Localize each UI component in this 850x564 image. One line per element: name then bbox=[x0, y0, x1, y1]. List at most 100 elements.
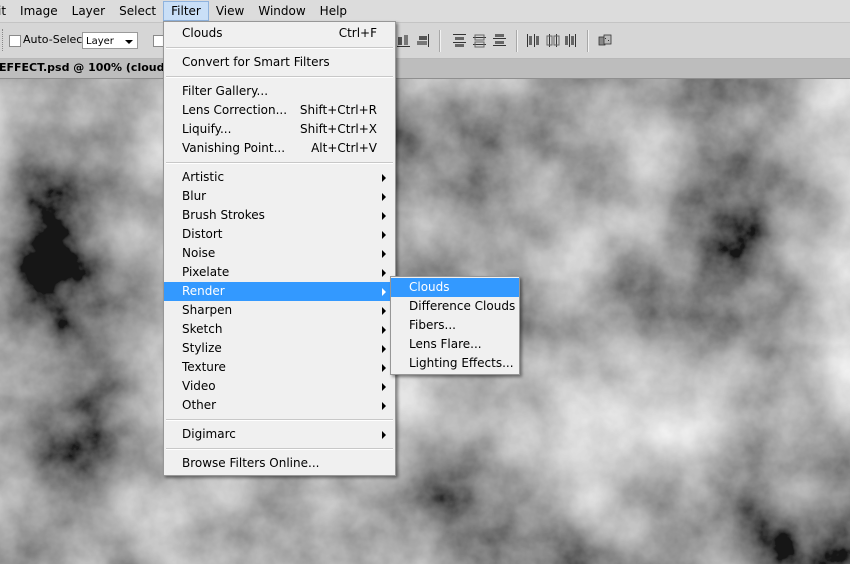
submenu-arrow-icon bbox=[382, 231, 386, 239]
menu-item-video[interactable]: Video bbox=[164, 377, 395, 396]
menu-divider bbox=[166, 419, 393, 421]
menu-item-label: Difference Clouds bbox=[409, 299, 516, 313]
auto-select-dropdown[interactable]: Layer bbox=[82, 32, 138, 49]
menu-item-label: Video bbox=[182, 379, 216, 393]
menu-item-shortcut: Shift+Ctrl+X bbox=[300, 122, 377, 136]
menu-item-convert-smart-filters[interactable]: Convert for Smart Filters bbox=[164, 53, 395, 72]
submenu-item-fibers[interactable]: Fibers... bbox=[391, 316, 519, 335]
menu-item-sketch[interactable]: Sketch bbox=[164, 320, 395, 339]
submenu-arrow-icon bbox=[382, 269, 386, 277]
menu-filter[interactable]: Filter bbox=[163, 1, 209, 21]
menu-item-other[interactable]: Other bbox=[164, 396, 395, 415]
submenu-arrow-icon bbox=[382, 326, 386, 334]
menu-item-label: Clouds bbox=[409, 280, 450, 294]
menu-item-label: Convert for Smart Filters bbox=[182, 55, 330, 69]
toolbar-grip[interactable] bbox=[2, 29, 5, 51]
menu-item-vanishing-point[interactable]: Vanishing Point... Alt+Ctrl+V bbox=[164, 139, 395, 158]
menu-item-label: Artistic bbox=[182, 170, 225, 184]
submenu-arrow-icon bbox=[382, 364, 386, 372]
menu-item-pixelate[interactable]: Pixelate bbox=[164, 263, 395, 282]
menu-item-lens-correction[interactable]: Lens Correction... Shift+Ctrl+R bbox=[164, 101, 395, 120]
menu-edit[interactable]: it bbox=[0, 1, 13, 21]
menu-item-digimarc[interactable]: Digimarc bbox=[164, 425, 395, 444]
filter-menu: Clouds Ctrl+F Convert for Smart Filters … bbox=[163, 21, 396, 476]
menu-item-label: Vanishing Point... bbox=[182, 141, 286, 155]
submenu-arrow-icon bbox=[382, 174, 386, 182]
submenu-arrow-icon bbox=[382, 383, 386, 391]
submenu-arrow-icon bbox=[382, 402, 386, 410]
submenu-arrow-icon bbox=[382, 250, 386, 258]
submenu-item-clouds[interactable]: Clouds bbox=[391, 278, 519, 297]
menu-item-label: Brush Strokes bbox=[182, 208, 265, 222]
auto-select-checkbox[interactable] bbox=[9, 35, 21, 47]
menu-item-label: Texture bbox=[182, 360, 226, 374]
auto-select-label: Auto-Select: bbox=[23, 33, 91, 46]
menu-item-label: Digimarc bbox=[182, 427, 236, 441]
distribute-top-icon[interactable] bbox=[452, 33, 467, 48]
menu-item-label: Render bbox=[182, 284, 225, 298]
toolbar-separator bbox=[516, 30, 518, 52]
document-tab[interactable]: EFFECT.psd @ 100% (clouds tex bbox=[0, 59, 850, 79]
menu-item-filter-gallery[interactable]: Filter Gallery... bbox=[164, 82, 395, 101]
menu-item-distort[interactable]: Distort bbox=[164, 225, 395, 244]
menu-item-sharpen[interactable]: Sharpen bbox=[164, 301, 395, 320]
distribute-vertical-center-icon[interactable] bbox=[472, 33, 487, 48]
submenu-item-difference-clouds[interactable]: Difference Clouds bbox=[391, 297, 519, 316]
menu-item-browse-filters-online[interactable]: Browse Filters Online... bbox=[164, 454, 395, 473]
menu-view[interactable]: View bbox=[209, 1, 251, 21]
toolbar-separator bbox=[587, 30, 589, 52]
distribute-horizontal-center-icon[interactable] bbox=[545, 33, 560, 48]
render-submenu: Clouds Difference Clouds Fibers... Lens … bbox=[390, 276, 520, 375]
menu-image[interactable]: Image bbox=[13, 1, 65, 21]
menu-item-label: Fibers... bbox=[409, 318, 456, 332]
submenu-arrow-icon bbox=[382, 193, 386, 201]
menu-item-shortcut: Ctrl+F bbox=[338, 26, 377, 40]
menu-item-label: Lens Flare... bbox=[409, 337, 482, 351]
menu-window[interactable]: Window bbox=[251, 1, 312, 21]
menu-help[interactable]: Help bbox=[313, 1, 354, 21]
menu-select[interactable]: Select bbox=[112, 1, 163, 21]
menu-divider bbox=[166, 47, 393, 49]
distribute-bottom-icon[interactable] bbox=[492, 33, 507, 48]
menu-item-label: Clouds bbox=[182, 26, 223, 40]
menu-item-label: Noise bbox=[182, 246, 216, 260]
submenu-item-lens-flare[interactable]: Lens Flare... bbox=[391, 335, 519, 354]
submenu-arrow-icon bbox=[382, 212, 386, 220]
submenu-item-lighting-effects[interactable]: Lighting Effects... bbox=[391, 354, 519, 373]
submenu-arrow-icon bbox=[382, 431, 386, 439]
menu-divider bbox=[166, 162, 393, 164]
menu-item-label: Stylize bbox=[182, 341, 222, 355]
menu-item-shortcut: Alt+Ctrl+V bbox=[311, 141, 377, 155]
auto-select-value: Layer bbox=[86, 36, 114, 47]
chevron-down-icon bbox=[125, 40, 133, 44]
align-bottom-icon[interactable] bbox=[396, 33, 411, 48]
menu-layer[interactable]: Layer bbox=[65, 1, 112, 21]
menu-item-liquify[interactable]: Liquify... Shift+Ctrl+X bbox=[164, 120, 395, 139]
menu-item-blur[interactable]: Blur bbox=[164, 187, 395, 206]
submenu-arrow-icon bbox=[382, 288, 386, 296]
menu-item-label: Filter Gallery... bbox=[182, 84, 269, 98]
menu-item-stylize[interactable]: Stylize bbox=[164, 339, 395, 358]
menu-item-render[interactable]: Render bbox=[164, 282, 395, 301]
menu-item-label: Lens Correction... bbox=[182, 103, 288, 117]
menu-item-label: Other bbox=[182, 398, 217, 412]
submenu-arrow-icon bbox=[382, 307, 386, 315]
menu-bar: it Image Layer Select Filter View Window… bbox=[0, 0, 850, 23]
menu-item-label: Sharpen bbox=[182, 303, 233, 317]
menu-divider bbox=[166, 448, 393, 450]
menu-item-brush-strokes[interactable]: Brush Strokes bbox=[164, 206, 395, 225]
menu-item-noise[interactable]: Noise bbox=[164, 244, 395, 263]
distribute-left-icon[interactable] bbox=[526, 33, 541, 48]
align-right-icon[interactable] bbox=[415, 33, 430, 48]
menu-item-texture[interactable]: Texture bbox=[164, 358, 395, 377]
distribute-right-icon[interactable] bbox=[563, 33, 578, 48]
menu-item-label: Browse Filters Online... bbox=[182, 456, 320, 470]
menu-item-label: Lighting Effects... bbox=[409, 356, 514, 370]
toolbar-separator bbox=[439, 30, 441, 52]
menu-item-label: Sketch bbox=[182, 322, 223, 336]
menu-item-label: Blur bbox=[182, 189, 207, 203]
menu-item-artistic[interactable]: Artistic bbox=[164, 168, 395, 187]
auto-align-layers-icon[interactable] bbox=[598, 33, 613, 48]
menu-item-clouds-last-filter[interactable]: Clouds Ctrl+F bbox=[164, 24, 395, 43]
menu-item-shortcut: Shift+Ctrl+R bbox=[299, 103, 377, 117]
